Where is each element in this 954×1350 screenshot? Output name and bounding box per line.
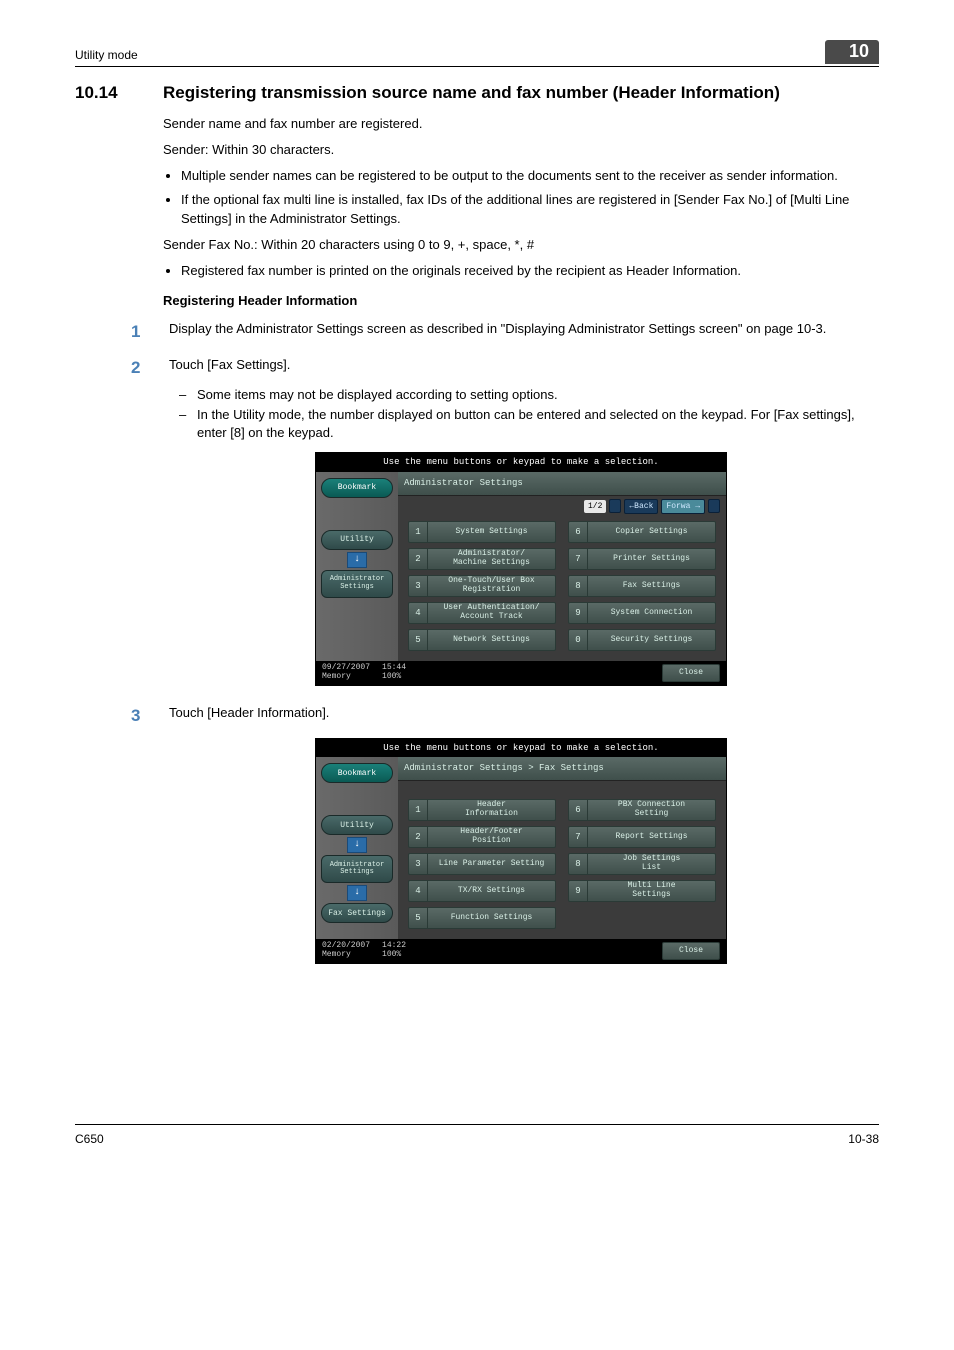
status-memory-label: Memory <box>322 951 370 960</box>
intro-bullet: Registered fax number is printed on the … <box>181 262 879 280</box>
step-dash-item: In the Utility mode, the number displaye… <box>197 406 879 442</box>
intro-bullet: If the optional fax multi line is instal… <box>181 191 879 227</box>
menu-number: 6 <box>568 521 588 543</box>
step-dash-item: Some items may not be displayed accordin… <box>197 386 879 404</box>
section-title: Registering transmission source name and… <box>163 81 780 105</box>
header-footer-position-button[interactable]: Header/Footer Position <box>428 826 556 848</box>
line-parameter-setting-button[interactable]: Line Parameter Setting <box>428 853 556 875</box>
subheading: Registering Header Information <box>163 292 879 310</box>
chapter-number-badge: 10 <box>825 40 879 64</box>
step-text: Display the Administrator Settings scree… <box>169 320 879 338</box>
breadcrumb: Administrator Settings > Fax Settings <box>398 757 726 781</box>
fax-settings-tab[interactable]: Fax Settings <box>321 903 393 923</box>
utility-tab[interactable]: Utility <box>321 530 393 550</box>
footer-model: C650 <box>75 1131 104 1148</box>
header-information-button[interactable]: Header Information <box>428 799 556 821</box>
section-number: 10.14 <box>75 81 163 105</box>
menu-number: 2 <box>408 826 428 848</box>
step-number: 2 <box>125 356 169 380</box>
copier-settings-button[interactable]: Copier Settings <box>588 521 716 543</box>
status-memory-value: 100% <box>382 673 406 682</box>
running-header: Utility mode <box>75 47 138 64</box>
menu-number: 7 <box>568 826 588 848</box>
menu-number: 3 <box>408 575 428 597</box>
menu-number: 7 <box>568 548 588 570</box>
administrator-settings-tab[interactable]: Administrator Settings <box>321 855 393 883</box>
fax-settings-button[interactable]: Fax Settings <box>588 575 716 597</box>
intro-paragraph-1: Sender name and fax number are registere… <box>163 115 879 133</box>
administrator-settings-tab[interactable]: Administrator Settings <box>321 570 393 598</box>
administrator-machine-settings-button[interactable]: Administrator/ Machine Settings <box>428 548 556 570</box>
nav-first-icon[interactable] <box>609 499 621 513</box>
device-screenshot-1: Use the menu buttons or keypad to make a… <box>315 452 727 685</box>
header-rule <box>75 66 879 67</box>
menu-number: 4 <box>408 602 428 624</box>
menu-number: 1 <box>408 799 428 821</box>
down-arrow-icon: ↓ <box>347 885 367 901</box>
down-arrow-icon: ↓ <box>347 552 367 568</box>
device-hint: Use the menu buttons or keypad to make a… <box>316 453 726 472</box>
back-button[interactable]: ←Back <box>624 499 658 514</box>
system-settings-button[interactable]: System Settings <box>428 521 556 543</box>
step-number: 3 <box>125 704 169 728</box>
intro-bullet: Multiple sender names can be registered … <box>181 167 879 185</box>
status-memory-label: Memory <box>322 673 370 682</box>
menu-number: 5 <box>408 629 428 651</box>
report-settings-button[interactable]: Report Settings <box>588 826 716 848</box>
menu-grid: 1Header Information 6PBX Connection Sett… <box>398 795 726 939</box>
forward-button[interactable]: Forwa → <box>661 499 705 514</box>
intro-paragraph-2: Sender: Within 30 characters. <box>163 141 879 159</box>
close-button[interactable]: Close <box>662 664 720 682</box>
step-number: 1 <box>125 320 169 344</box>
user-authentication-account-track-button[interactable]: User Authentication/ Account Track <box>428 602 556 624</box>
status-memory-value: 100% <box>382 951 406 960</box>
utility-tab[interactable]: Utility <box>321 815 393 835</box>
breadcrumb: Administrator Settings <box>398 472 726 496</box>
function-settings-button[interactable]: Function Settings <box>428 907 556 929</box>
menu-number: 9 <box>568 880 588 902</box>
nav-last-icon[interactable] <box>708 499 720 513</box>
menu-number: 1 <box>408 521 428 543</box>
menu-grid: 1System Settings 6Copier Settings 2Admin… <box>398 517 726 661</box>
job-settings-list-button[interactable]: Job Settings List <box>588 853 716 875</box>
security-settings-button[interactable]: Security Settings <box>588 629 716 651</box>
tx-rx-settings-button[interactable]: TX/RX Settings <box>428 880 556 902</box>
printer-settings-button[interactable]: Printer Settings <box>588 548 716 570</box>
menu-number: 5 <box>408 907 428 929</box>
close-button[interactable]: Close <box>662 942 720 960</box>
intro-paragraph-3: Sender Fax No.: Within 20 characters usi… <box>163 236 879 254</box>
footer-page-number: 10-38 <box>848 1131 879 1148</box>
bookmark-tab[interactable]: Bookmark <box>321 763 393 783</box>
network-settings-button[interactable]: Network Settings <box>428 629 556 651</box>
menu-number: 3 <box>408 853 428 875</box>
menu-number: 6 <box>568 799 588 821</box>
multi-line-settings-button[interactable]: Multi Line Settings <box>588 880 716 902</box>
page-indicator: 1/2 <box>584 500 606 513</box>
menu-number: 4 <box>408 880 428 902</box>
menu-number: 0 <box>568 629 588 651</box>
menu-number: 2 <box>408 548 428 570</box>
step-text: Touch [Header Information]. <box>169 704 879 722</box>
menu-number: 8 <box>568 853 588 875</box>
system-connection-button[interactable]: System Connection <box>588 602 716 624</box>
device-hint: Use the menu buttons or keypad to make a… <box>316 739 726 758</box>
menu-number: 9 <box>568 602 588 624</box>
one-touch-user-box-registration-button[interactable]: One-Touch/User Box Registration <box>428 575 556 597</box>
down-arrow-icon: ↓ <box>347 837 367 853</box>
device-screenshot-2: Use the menu buttons or keypad to make a… <box>315 738 727 964</box>
pbx-connection-setting-button[interactable]: PBX Connection Setting <box>588 799 716 821</box>
bookmark-tab[interactable]: Bookmark <box>321 478 393 498</box>
menu-number: 8 <box>568 575 588 597</box>
step-text: Touch [Fax Settings]. <box>169 356 879 374</box>
